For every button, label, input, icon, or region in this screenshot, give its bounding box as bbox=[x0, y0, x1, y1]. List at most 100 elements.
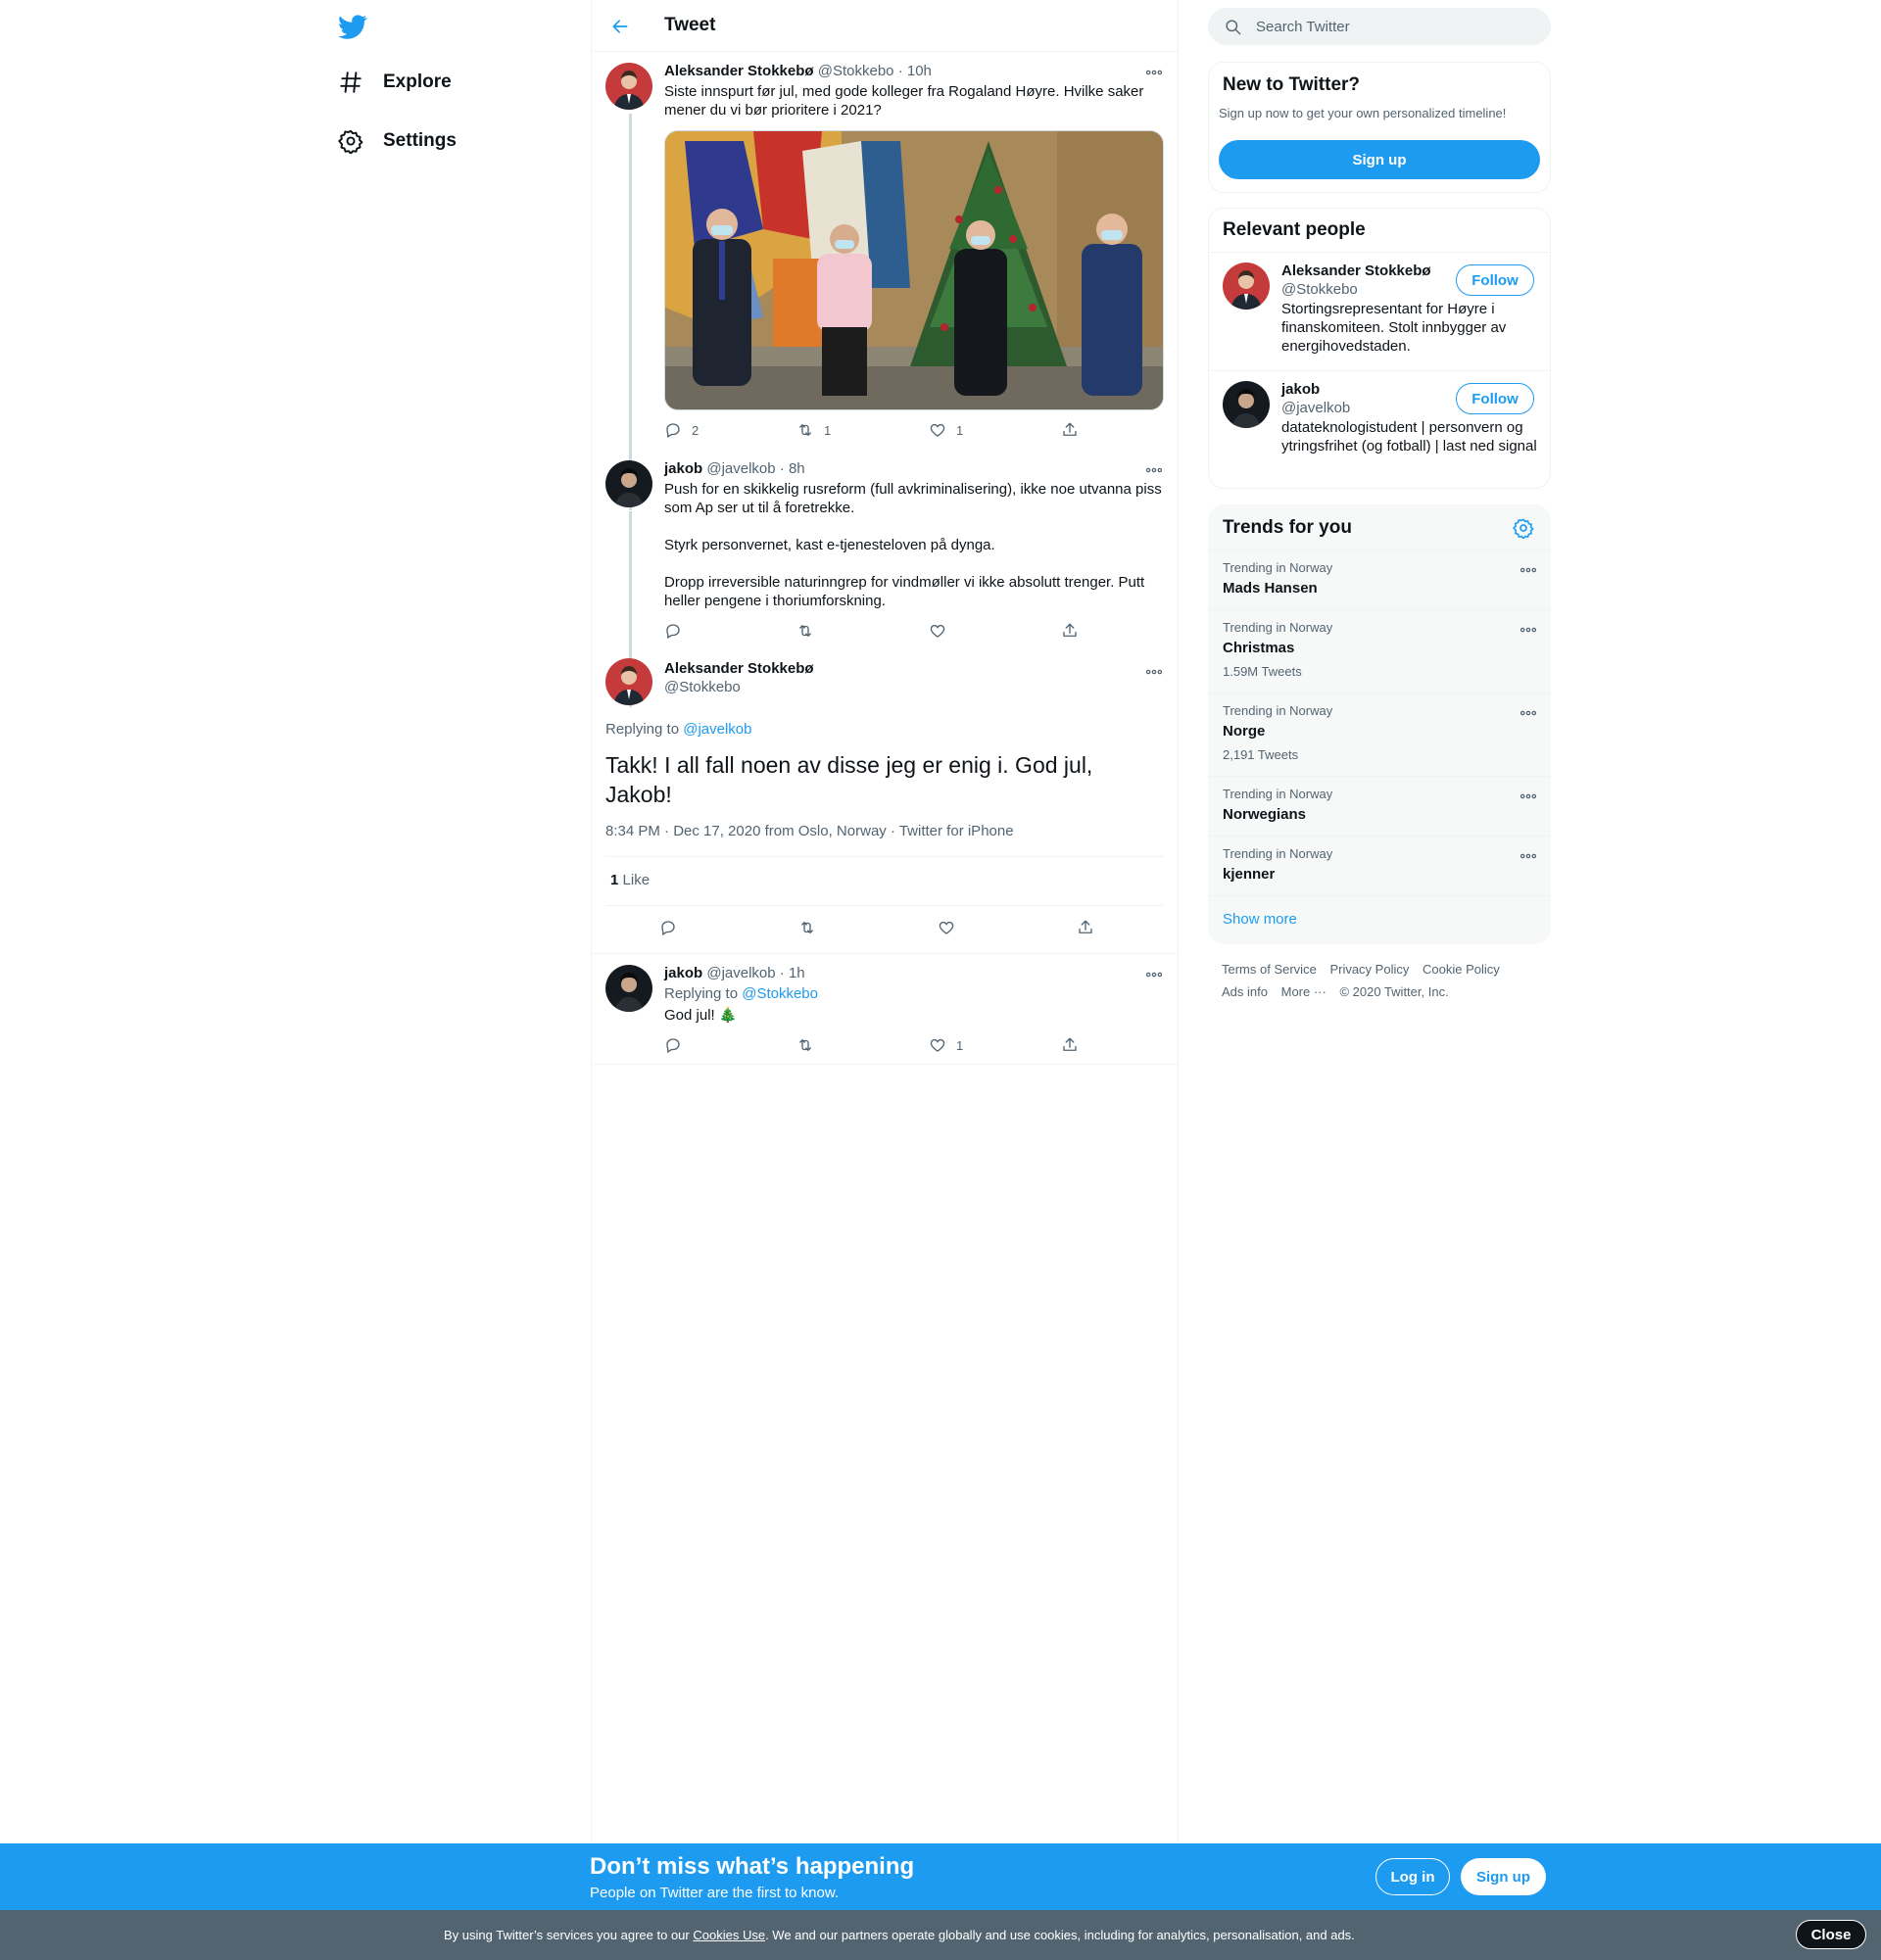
more-options-icon[interactable] bbox=[1144, 460, 1164, 480]
author-name[interactable]: jakob bbox=[664, 460, 702, 477]
trend-item[interactable]: Trending in Norway Mads Hansen bbox=[1209, 550, 1550, 609]
person-name[interactable]: Aleksander Stokkebø bbox=[1281, 263, 1431, 279]
author-handle[interactable]: @Stokkebo bbox=[664, 679, 741, 695]
tweet-time[interactable]: 10h bbox=[907, 63, 932, 79]
person-bio: datateknologistudent | personvern og ytr… bbox=[1281, 419, 1537, 454]
reply-tweet[interactable]: jakob @javelkob · 1h Replying to @Stokke… bbox=[592, 955, 1178, 1065]
follow-button[interactable]: Follow bbox=[1456, 383, 1534, 414]
search-box[interactable] bbox=[1208, 8, 1551, 45]
more-options-icon[interactable] bbox=[1519, 846, 1538, 866]
share-button[interactable] bbox=[1061, 621, 1079, 641]
retweet-button[interactable] bbox=[798, 918, 816, 937]
card-title: Trends for you bbox=[1223, 517, 1352, 538]
author-name[interactable]: jakob bbox=[664, 965, 702, 981]
follow-button[interactable]: Follow bbox=[1456, 264, 1534, 296]
trend-item[interactable]: Trending in Norway Norge 2,191 Tweets bbox=[1209, 693, 1550, 776]
more-options-icon[interactable] bbox=[1519, 560, 1538, 580]
tweet-paragraph: Styrk personvernet, kast e-tjenesteloven… bbox=[664, 537, 995, 553]
trend-item[interactable]: Trending in Norway Norwegians bbox=[1209, 776, 1550, 836]
share-button[interactable] bbox=[1061, 420, 1079, 440]
more-options-icon[interactable] bbox=[1144, 965, 1164, 984]
avatar[interactable] bbox=[1223, 263, 1270, 310]
avatar[interactable] bbox=[605, 965, 652, 1012]
retweet-button[interactable] bbox=[796, 1035, 814, 1055]
nav-settings[interactable]: Settings bbox=[338, 121, 457, 161]
more-options-icon[interactable] bbox=[1519, 620, 1538, 640]
close-button[interactable]: Close bbox=[1796, 1920, 1866, 1949]
cookie-text-after: . We and our partners operate globally a… bbox=[765, 1928, 1355, 1942]
trend-name: kjenner bbox=[1223, 866, 1276, 883]
thread-tweet-2[interactable]: jakob @javelkob · 8h Push for en skikkel… bbox=[592, 451, 1178, 707]
replying-to-label: Replying to bbox=[664, 985, 739, 1002]
more-options-icon[interactable] bbox=[1144, 63, 1164, 82]
twitter-bird-icon[interactable] bbox=[338, 12, 377, 41]
gear-icon[interactable] bbox=[1513, 517, 1536, 541]
share-icon bbox=[1077, 919, 1094, 936]
tweet-photo[interactable] bbox=[664, 130, 1164, 410]
trend-context: Trending in Norway bbox=[1223, 787, 1333, 801]
avatar[interactable] bbox=[605, 460, 652, 507]
reply-button[interactable] bbox=[659, 918, 677, 937]
person-name[interactable]: jakob bbox=[1281, 381, 1320, 398]
tweet-timestamp[interactable]: 8:34 PM · Dec 17, 2020 from Oslo, Norway… bbox=[605, 823, 1014, 839]
footer-link[interactable]: Privacy Policy bbox=[1329, 962, 1409, 977]
person-handle[interactable]: @javelkob bbox=[1281, 400, 1350, 416]
share-button[interactable] bbox=[1061, 1035, 1079, 1055]
trend-context: Trending in Norway bbox=[1223, 560, 1333, 575]
like-button[interactable]: 1 bbox=[929, 1035, 963, 1055]
trend-item[interactable]: Trending in Norway kjenner bbox=[1209, 836, 1550, 895]
footer-links: Terms of Service Privacy Policy Cookie P… bbox=[1222, 958, 1535, 1003]
reply-button[interactable] bbox=[664, 621, 682, 641]
like-stats[interactable]: 1 Like bbox=[610, 872, 650, 888]
trend-count: 1.59M Tweets bbox=[1223, 664, 1302, 679]
login-button[interactable]: Log in bbox=[1375, 1858, 1450, 1895]
tweet-meta: jakob @javelkob · 8h bbox=[664, 460, 805, 477]
footer-link[interactable]: Ads info bbox=[1222, 984, 1268, 999]
retweet-button[interactable]: 1 bbox=[796, 420, 831, 440]
person-card[interactable]: jakob @javelkob Follow datateknologistud… bbox=[1209, 371, 1550, 488]
like-button[interactable] bbox=[938, 918, 955, 937]
nav-explore[interactable]: Explore bbox=[338, 63, 452, 102]
more-options-icon[interactable] bbox=[1144, 662, 1164, 682]
tweet-time[interactable]: 1h bbox=[789, 965, 805, 981]
divider bbox=[605, 905, 1164, 906]
avatar[interactable] bbox=[605, 658, 652, 705]
more-options-icon[interactable] bbox=[1519, 787, 1538, 806]
person-handle[interactable]: @Stokkebo bbox=[1281, 281, 1358, 298]
trend-name: Mads Hansen bbox=[1223, 580, 1318, 597]
tweet-text: Siste innspurt før jul, med gode kollege… bbox=[664, 83, 1144, 119]
replying-to-link[interactable]: @javelkob bbox=[683, 721, 751, 738]
retweet-button[interactable] bbox=[796, 621, 814, 641]
tweet-time[interactable]: 8h bbox=[789, 460, 805, 477]
replying-to-link[interactable]: @Stokkebo bbox=[742, 985, 818, 1002]
footer-link[interactable]: Terms of Service bbox=[1222, 962, 1317, 977]
person-card[interactable]: Aleksander Stokkebø @Stokkebo Follow Sto… bbox=[1209, 253, 1550, 370]
reply-button[interactable] bbox=[664, 1035, 682, 1055]
cookies-use-link[interactable]: Cookies Use bbox=[693, 1928, 765, 1942]
author-handle[interactable]: @javelkob bbox=[706, 460, 775, 477]
heart-icon bbox=[929, 622, 946, 640]
reply-button[interactable]: 2 bbox=[664, 420, 699, 440]
author-name[interactable]: Aleksander Stokkebø bbox=[664, 660, 814, 677]
retweet-icon bbox=[798, 919, 816, 936]
trend-item[interactable]: Trending in Norway Christmas 1.59M Tweet… bbox=[1209, 609, 1550, 693]
author-handle[interactable]: @Stokkebo bbox=[818, 63, 894, 79]
author-name[interactable]: Aleksander Stokkebø bbox=[664, 63, 814, 79]
author-handle[interactable]: @javelkob bbox=[706, 965, 775, 981]
avatar[interactable] bbox=[605, 63, 652, 110]
footer-link[interactable]: More ··· bbox=[1281, 984, 1326, 999]
signup-button[interactable]: Sign up bbox=[1461, 1858, 1546, 1895]
avatar[interactable] bbox=[1223, 381, 1270, 428]
footer-link[interactable]: Cookie Policy bbox=[1423, 962, 1500, 977]
search-input[interactable] bbox=[1256, 18, 1540, 35]
like-button[interactable] bbox=[929, 621, 946, 641]
like-button[interactable]: 1 bbox=[929, 420, 963, 440]
thread-tweet-1[interactable]: Aleksander Stokkebø @Stokkebo · 10h Sist… bbox=[592, 53, 1178, 510]
share-button[interactable] bbox=[1077, 918, 1094, 937]
back-button[interactable] bbox=[605, 12, 635, 41]
show-more-link[interactable]: Show more bbox=[1209, 895, 1550, 943]
signup-button[interactable]: Sign up bbox=[1219, 140, 1540, 179]
replying-to: Replying to @Stokkebo bbox=[664, 985, 818, 1002]
like-stat-label: Like bbox=[622, 872, 651, 888]
more-options-icon[interactable] bbox=[1519, 703, 1538, 723]
